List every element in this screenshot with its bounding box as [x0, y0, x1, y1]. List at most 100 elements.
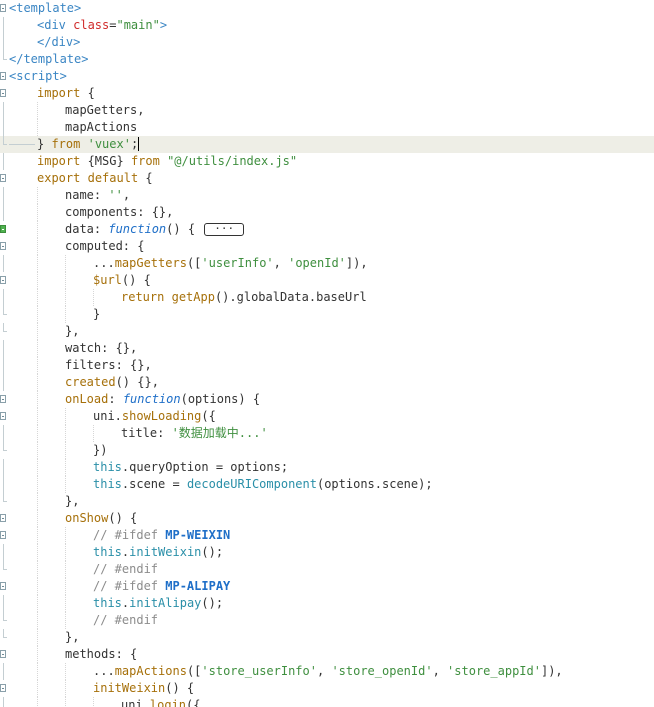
code-content: }: [93, 306, 100, 323]
code-line[interactable]: name: '',: [0, 187, 654, 204]
folded-code-placeholder[interactable]: ···: [204, 223, 245, 236]
code-line[interactable]: ...mapGetters(['userInfo', 'openId']),: [0, 255, 654, 272]
directive-token: MP-ALIPAY: [165, 579, 231, 593]
code-content: methods: {: [65, 646, 137, 663]
function-keyword-token: function: [122, 392, 181, 406]
code-line[interactable]: <div class="main">: [0, 17, 654, 34]
code-line[interactable]: uni.login({: [0, 697, 654, 707]
code-content: },: [65, 323, 79, 340]
code-line[interactable]: this.initWeixin();: [0, 544, 654, 561]
call-token: this: [93, 460, 122, 474]
code-line[interactable]: data: function() { ···: [0, 221, 654, 238]
function-keyword-token: function: [108, 222, 167, 236]
code-line[interactable]: import {MSG} from "@/utils/index.js": [0, 153, 654, 170]
code-line[interactable]: onLoad: function(options) {: [0, 391, 654, 408]
code-line[interactable]: <template>: [0, 0, 654, 17]
code-line[interactable]: components: {},: [0, 204, 654, 221]
code-line[interactable]: methods: {: [0, 646, 654, 663]
code-line[interactable]: $url() {: [0, 272, 654, 289]
code-line[interactable]: </div>: [0, 34, 654, 51]
code-line[interactable]: return getApp().globalData.baseUrl: [0, 289, 654, 306]
fold-collapse-icon[interactable]: [0, 514, 6, 522]
function-name-token: login: [149, 698, 187, 707]
fold-collapse-icon[interactable]: [0, 531, 6, 539]
code-line[interactable]: mapActions: [0, 119, 654, 136]
code-content: title: '数据加载中...': [121, 425, 268, 442]
indent-guide: [37, 680, 38, 697]
fold-collapse-icon[interactable]: [0, 72, 6, 80]
code-line[interactable]: // #ifdef MP-WEIXIN: [0, 527, 654, 544]
fold-gutter: [0, 408, 8, 425]
code-line[interactable]: </template>: [0, 51, 654, 68]
code-content: import {MSG} from "@/utils/index.js": [37, 153, 297, 170]
fold-range-line: [3, 663, 4, 680]
code-content: this.queryOption = options;: [93, 459, 288, 476]
indent-guide: [65, 425, 66, 442]
fold-collapse-icon[interactable]: [0, 684, 6, 692]
code-line[interactable]: watch: {},: [0, 340, 654, 357]
code-text: ...: [93, 664, 115, 678]
code-line[interactable]: // #endif: [0, 612, 654, 629]
code-text: .queryOption = options;: [121, 460, 289, 474]
fold-range-line: [3, 187, 4, 204]
code-text: }: [93, 307, 101, 321]
code-line[interactable]: }): [0, 442, 654, 459]
code-line[interactable]: <script>: [0, 68, 654, 85]
code-line[interactable]: },: [0, 493, 654, 510]
code-line[interactable]: this.scene = decodeURIComponent(options.…: [0, 476, 654, 493]
code-line[interactable]: title: '数据加载中...': [0, 425, 654, 442]
code-line[interactable]: this.queryOption = options;: [0, 459, 654, 476]
code-content: ...mapActions(['store_userInfo', 'store_…: [93, 663, 563, 680]
code-text: () {: [165, 681, 195, 695]
tag-token: </div>: [37, 35, 81, 49]
indent-guide: [37, 255, 38, 272]
code-text: ();: [201, 596, 224, 610]
tag-token: </template>: [9, 52, 89, 66]
code-line[interactable]: mapGetters,: [0, 102, 654, 119]
indent-guide: [37, 459, 38, 476]
indent-guide: [37, 374, 38, 391]
code-editor[interactable]: <template> <div class="main"> </div> </temp…: [0, 0, 654, 707]
fold-collapse-icon[interactable]: [0, 650, 6, 658]
code-line[interactable]: export default {: [0, 170, 654, 187]
code-line[interactable]: }: [0, 306, 654, 323]
code-line[interactable]: },: [0, 629, 654, 646]
code-line[interactable]: // #ifdef MP-ALIPAY: [0, 578, 654, 595]
indent-guide: [37, 119, 38, 136]
code-content: initWeixin() {: [93, 680, 194, 697]
code-line[interactable]: // #endif: [0, 561, 654, 578]
code-line[interactable]: computed: {: [0, 238, 654, 255]
fold-gutter: [0, 289, 8, 306]
code-line[interactable]: uni.showLoading({: [0, 408, 654, 425]
fold-gutter: [0, 459, 8, 476]
fold-collapse-icon[interactable]: [0, 174, 6, 182]
code-line[interactable]: },: [0, 323, 654, 340]
fold-collapse-icon[interactable]: [0, 4, 6, 12]
function-name-token: $url: [93, 273, 122, 287]
function-name-token: showLoading: [121, 409, 202, 423]
fold-collapse-icon[interactable]: [0, 412, 6, 420]
fold-collapse-icon[interactable]: [0, 276, 6, 284]
code-line[interactable]: onShow() {: [0, 510, 654, 527]
fold-collapse-icon[interactable]: [0, 242, 6, 250]
string-token: 'store_userInfo': [201, 664, 317, 678]
fold-collapse-icon[interactable]: [0, 89, 6, 97]
code-line[interactable]: created() {},: [0, 374, 654, 391]
code-line[interactable]: ...mapActions(['store_userInfo', 'store_…: [0, 663, 654, 680]
code-line[interactable]: import {: [0, 85, 654, 102]
call-token: initAlipay: [129, 596, 202, 610]
code-line[interactable]: this.initAlipay();: [0, 595, 654, 612]
call-token: this: [93, 477, 122, 491]
fold-expand-icon[interactable]: [0, 225, 6, 233]
fold-collapse-icon[interactable]: [0, 395, 6, 403]
string-token: 'store_openId': [331, 664, 433, 678]
code-content: created() {},: [65, 374, 159, 391]
fold-collapse-icon[interactable]: [0, 582, 6, 590]
code-text: {MSG}: [80, 154, 131, 168]
code-line[interactable]: } from 'vuex';: [0, 136, 654, 153]
code-line[interactable]: initWeixin() {: [0, 680, 654, 697]
indent-guide: [37, 442, 38, 459]
code-line[interactable]: filters: {},: [0, 357, 654, 374]
